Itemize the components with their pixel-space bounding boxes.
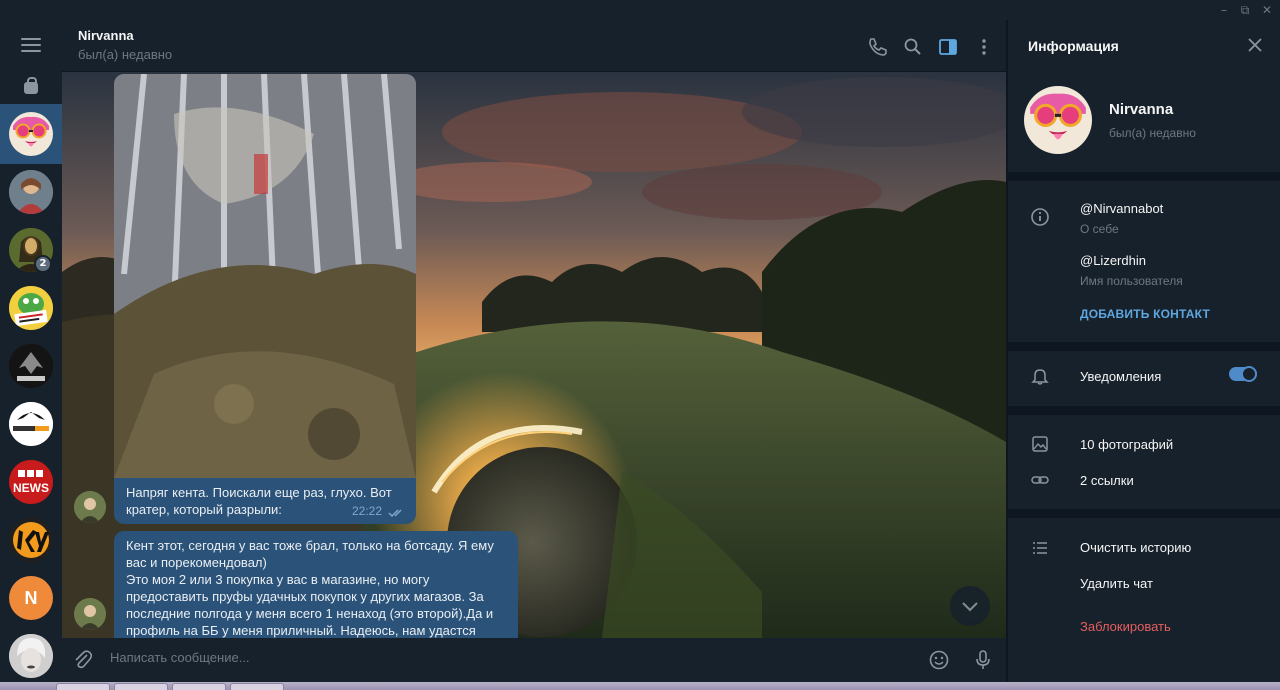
- link-icon: [1031, 476, 1049, 484]
- links-count[interactable]: 2 ссылки: [1080, 473, 1134, 488]
- chat-green-avatar[interactable]: [9, 286, 53, 330]
- close-window-button[interactable]: ✕: [1260, 3, 1274, 17]
- message-area[interactable]: Напряг кента. Поискали еще раз, глухо. В…: [62, 72, 1006, 638]
- taskbar-button[interactable]: [56, 683, 110, 690]
- photo-message[interactable]: [114, 74, 416, 478]
- profile-name: Nirvanna: [1109, 101, 1174, 118]
- profile-avatar[interactable]: [1024, 86, 1092, 154]
- chat-marilyn-avatar[interactable]: [9, 634, 53, 678]
- close-icon[interactable]: [1246, 36, 1264, 54]
- search-icon[interactable]: [902, 36, 924, 58]
- restore-button[interactable]: ⧉: [1238, 3, 1252, 17]
- message-line: Кент этот, сегодня у вас тоже брал, толь…: [126, 538, 494, 570]
- chat-corona-avatar[interactable]: [9, 344, 53, 388]
- chat-header: Nirvanna был(а) недавно: [62, 20, 1006, 72]
- username-label: Имя пользователя: [1080, 274, 1183, 288]
- section-separator: [1008, 342, 1280, 351]
- delete-chat-button[interactable]: Удалить чат: [1080, 576, 1153, 591]
- chat-nirvanna-avatar[interactable]: [9, 112, 53, 156]
- photo-icon: [1032, 436, 1048, 452]
- chat-title[interactable]: Nirvanna: [78, 28, 134, 43]
- add-contact-button[interactable]: ДОБАВИТЬ КОНТАКТ: [1080, 307, 1210, 321]
- chat-n-avatar[interactable]: N: [9, 576, 53, 620]
- double-check-icon: [388, 509, 402, 518]
- emoji-icon[interactable]: [928, 649, 950, 671]
- telegram-window: – ⧉ ✕ 2 NEWS N Nirvanna был(а) недавно Н…: [0, 0, 1280, 690]
- sidebar-toggle-icon[interactable]: [937, 36, 959, 58]
- section-separator: [1008, 509, 1280, 518]
- taskbar-button[interactable]: [230, 683, 284, 690]
- bio-value[interactable]: @Nirvannabot: [1080, 201, 1163, 216]
- chat-status: был(а) недавно: [78, 47, 173, 62]
- section-separator: [1008, 406, 1280, 415]
- sender-avatar[interactable]: [74, 598, 106, 630]
- microphone-icon[interactable]: [972, 649, 994, 671]
- chevron-down-icon: [962, 602, 978, 612]
- chat-bbc-news-avatar[interactable]: NEWS: [9, 460, 53, 504]
- lock-icon[interactable]: [24, 77, 38, 94]
- notifications-label: Уведомления: [1080, 369, 1162, 384]
- attach-icon[interactable]: [72, 649, 94, 671]
- profile-status: был(а) недавно: [1109, 126, 1196, 140]
- section-separator: [1008, 172, 1280, 181]
- sender-avatar[interactable]: [74, 491, 106, 523]
- info-title: Информация: [1028, 38, 1119, 54]
- info-panel: Информация Nirvanna был(а) недавно @Nirv…: [1008, 20, 1280, 682]
- window-titlebar: – ⧉ ✕: [0, 0, 1280, 20]
- message-line: Это моя 2 или 3 покупка у вас в магазине…: [126, 572, 494, 638]
- svg-text:NEWS: NEWS: [13, 481, 49, 495]
- bell-icon: [1031, 369, 1049, 385]
- taskbar-button[interactable]: [172, 683, 226, 690]
- more-vertical-icon[interactable]: [973, 36, 995, 58]
- hamburger-menu-icon[interactable]: [21, 38, 41, 52]
- chat-ky-avatar[interactable]: [9, 518, 53, 562]
- message-time: 22:22: [351, 504, 382, 518]
- photos-count[interactable]: 10 фотографий: [1080, 437, 1173, 452]
- bio-label: О себе: [1080, 222, 1119, 236]
- unread-badge: 2: [34, 255, 52, 273]
- username-value[interactable]: @Lizerdhin: [1080, 253, 1146, 268]
- chat-2-avatar[interactable]: [9, 170, 53, 214]
- info-icon: [1031, 208, 1049, 226]
- message-composer: [62, 638, 1006, 682]
- clear-history-button[interactable]: Очистить историю: [1080, 540, 1191, 555]
- phone-icon[interactable]: [866, 36, 888, 58]
- message-bubble[interactable]: Напряг кента. Поискали еще раз, глухо. В…: [114, 478, 416, 524]
- list-icon: [1033, 542, 1047, 554]
- notifications-toggle[interactable]: [1229, 366, 1257, 382]
- scroll-down-button[interactable]: [950, 586, 990, 626]
- message-bubble[interactable]: Кент этот, сегодня у вас тоже брал, толь…: [114, 531, 518, 638]
- block-button[interactable]: Заблокировать: [1080, 619, 1171, 634]
- message-input[interactable]: [110, 650, 890, 665]
- chat-history-avatar[interactable]: [9, 402, 53, 446]
- taskbar-button[interactable]: [114, 683, 168, 690]
- chat-list-sidebar: 2 NEWS N: [0, 20, 62, 682]
- minimize-button[interactable]: –: [1217, 3, 1231, 17]
